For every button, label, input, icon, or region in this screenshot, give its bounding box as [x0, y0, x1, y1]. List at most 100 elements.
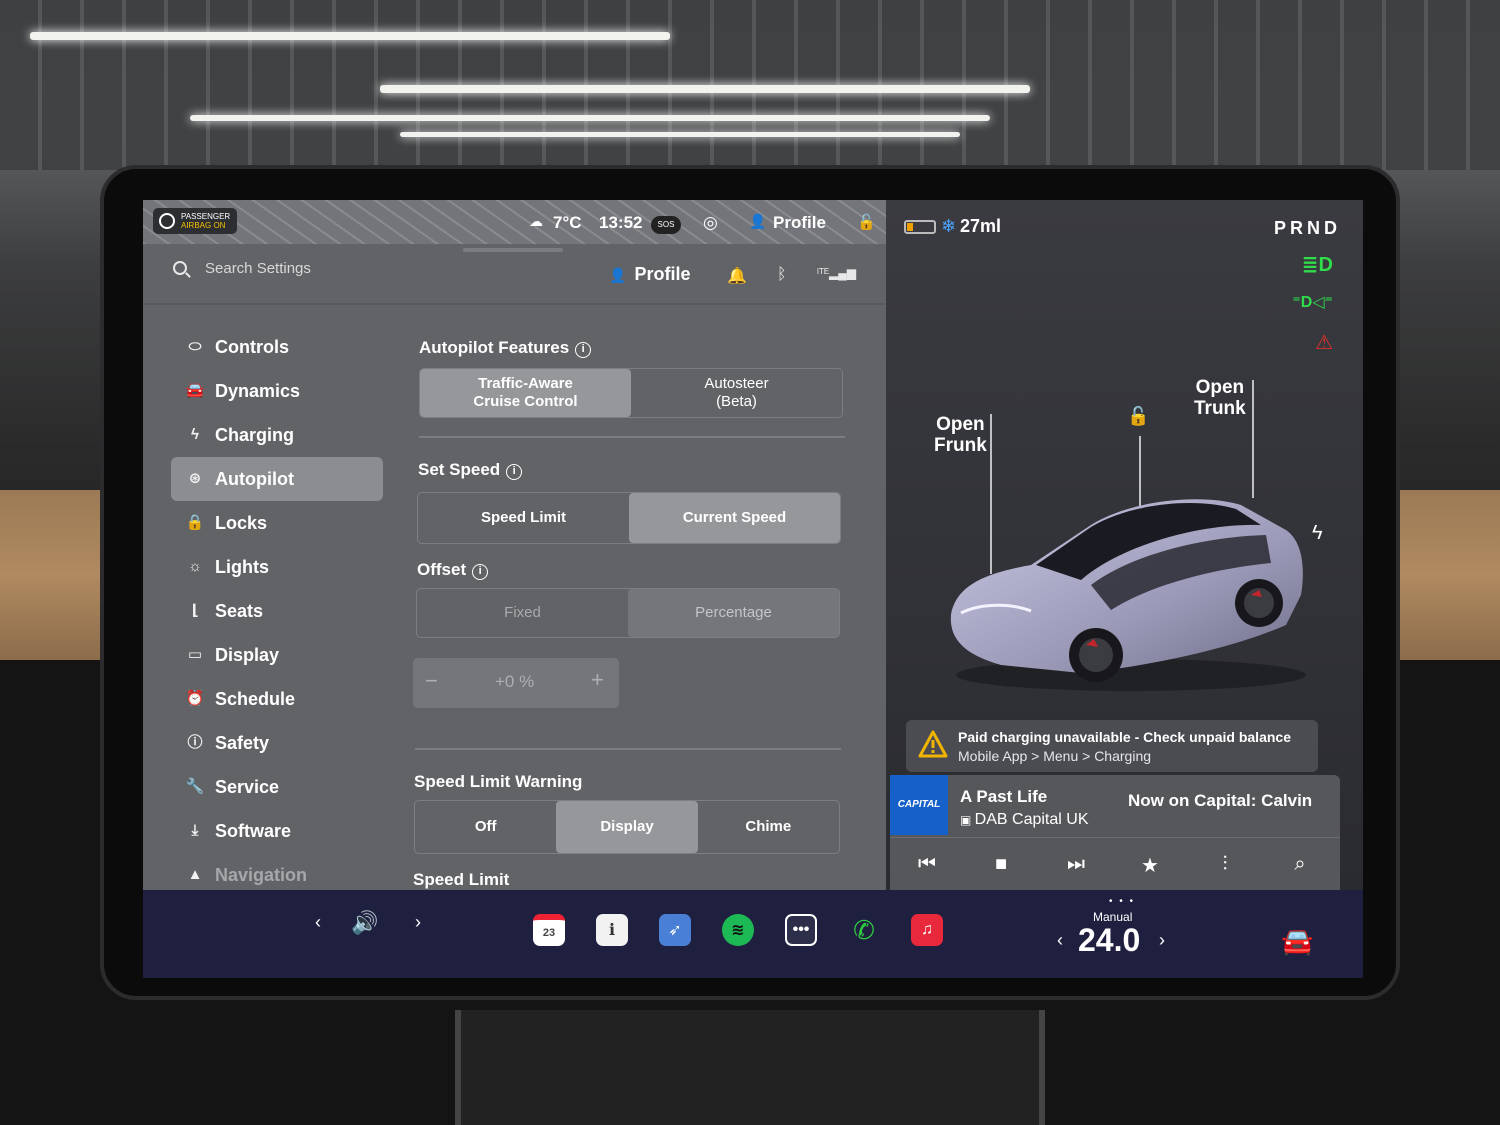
- spotify-app-icon[interactable]: ≋: [722, 914, 754, 946]
- display-icon: ▭: [187, 646, 203, 663]
- offset-title: Offset i: [417, 560, 489, 580]
- section-title-text: Offset: [417, 560, 467, 579]
- temperature-down-chevron-icon[interactable]: ‹: [1057, 930, 1063, 951]
- speed-limit-warning-selector: Off Display Chime: [414, 800, 840, 854]
- option-chime[interactable]: Chime: [698, 801, 839, 853]
- alert-circle-icon: ⓘ: [187, 734, 203, 751]
- car-3d-model[interactable]: [941, 485, 1311, 695]
- option-traffic-aware-cruise-control[interactable]: Traffic-Aware Cruise Control: [420, 369, 631, 417]
- car-menu-icon[interactable]: 🚘: [1281, 926, 1313, 957]
- sidebar-item-controls[interactable]: ⬭ Controls: [171, 325, 383, 369]
- sidebar-item-autopilot[interactable]: ⊛ Autopilot: [171, 457, 383, 501]
- steering-wheel-icon: ⊛: [188, 470, 202, 487]
- sidebar-item-label: Navigation: [215, 865, 308, 885]
- option-display[interactable]: Display: [556, 801, 698, 853]
- media-search-icon[interactable]: ⌕: [1285, 853, 1315, 876]
- unlock-icon[interactable]: 🔓: [857, 213, 876, 231]
- snowflake-icon: ❄: [941, 216, 957, 236]
- section-title-text: Set Speed: [418, 460, 501, 479]
- previous-track-icon[interactable]: ⏮: [912, 853, 942, 876]
- wrench-icon: 🔧: [185, 778, 205, 795]
- battery-icon: [904, 220, 936, 234]
- target-icon: ◎: [703, 213, 718, 232]
- page-dots: • • •: [1109, 896, 1136, 907]
- search-settings[interactable]: Search Settings: [173, 260, 311, 277]
- sidebar-item-label: Service: [215, 777, 280, 797]
- sidebar-item-display[interactable]: ▭ Display: [171, 633, 383, 677]
- equalizer-icon[interactable]: ⫶: [1210, 853, 1240, 876]
- sidebar-item-label: Display: [215, 645, 280, 665]
- lock-icon: 🔒: [185, 514, 205, 531]
- search-placeholder: Search Settings: [205, 260, 311, 277]
- temperature-setting[interactable]: 24.0: [1078, 922, 1140, 959]
- ceiling-lamp: [190, 115, 990, 121]
- autopilot-features-title: Autopilot Features i: [419, 338, 592, 358]
- offset-selector: Fixed Percentage: [416, 588, 840, 638]
- sidebar-item-safety[interactable]: ⓘ Safety: [171, 721, 383, 765]
- option-fixed[interactable]: Fixed: [417, 589, 628, 637]
- speed-limit-warning-title: Speed Limit Warning: [414, 772, 583, 791]
- temperature-up-chevron-icon[interactable]: ›: [1159, 930, 1165, 951]
- top-profile-label[interactable]: Profile: [773, 213, 826, 233]
- drag-handle[interactable]: [463, 248, 563, 252]
- station-name: ▣ DAB Capital UK: [960, 811, 1089, 829]
- section-divider: [415, 748, 841, 750]
- info-icon[interactable]: i: [472, 564, 489, 580]
- song-title: A Past Life: [960, 787, 1048, 806]
- sos-badge[interactable]: SOS: [651, 216, 681, 234]
- sidebar-item-label: Autopilot: [215, 469, 294, 489]
- phone-app-icon[interactable]: ✆: [848, 914, 880, 946]
- headlight-icon: ≣D: [1301, 254, 1333, 276]
- volume-down-chevron-icon[interactable]: ‹: [315, 912, 321, 933]
- next-track-icon[interactable]: ⏭: [1061, 853, 1091, 876]
- airbag-status: AIRBAG ON: [181, 221, 226, 230]
- set-speed-selector: Speed Limit Current Speed: [417, 492, 841, 544]
- unlock-icon[interactable]: 🔓: [1127, 406, 1149, 427]
- more-apps-icon[interactable]: •••: [785, 914, 817, 946]
- lte-signal-icon: ˡᵀᴱ▂▄▆: [817, 266, 856, 280]
- header-profile-button[interactable]: 👤 Profile: [609, 264, 690, 285]
- open-frunk-button[interactable]: Open Frunk: [934, 414, 987, 456]
- info-icon[interactable]: i: [506, 464, 523, 480]
- sidebar-item-seats[interactable]: ⌊ Seats: [171, 589, 383, 633]
- bell-icon[interactable]: 🔔: [727, 266, 747, 286]
- volume-up-chevron-icon[interactable]: ›: [415, 912, 421, 933]
- plus-button[interactable]: +: [591, 667, 604, 693]
- minus-button[interactable]: −: [425, 668, 438, 694]
- clock: 13:52: [599, 213, 643, 232]
- sidebar-item-service[interactable]: 🔧 Service: [171, 765, 383, 809]
- option-current-speed[interactable]: Current Speed: [629, 493, 840, 543]
- volume-icon[interactable]: 🔊: [351, 910, 378, 936]
- navigation-app-icon[interactable]: ➶: [659, 914, 691, 946]
- open-trunk-button[interactable]: Open Trunk: [1194, 377, 1246, 419]
- sidebar-item-label: Schedule: [215, 689, 296, 709]
- header-divider: [143, 303, 886, 305]
- sidebar-item-lights[interactable]: ☼ Lights: [171, 545, 383, 589]
- airbag-label: PASSENGER: [181, 212, 231, 221]
- stop-icon[interactable]: ■: [986, 853, 1016, 876]
- option-speed-limit[interactable]: Speed Limit: [418, 493, 629, 543]
- sidebar-item-software[interactable]: ⤓ Software: [171, 809, 383, 853]
- favorite-star-icon[interactable]: ★: [1135, 853, 1165, 878]
- sidebar-item-charging[interactable]: ϟ Charging: [171, 413, 383, 457]
- station-logo: CAPITAL: [890, 775, 948, 835]
- sidebar-item-locks[interactable]: 🔒 Locks: [171, 501, 383, 545]
- info-icon[interactable]: i: [575, 342, 592, 358]
- sidebar-item-dynamics[interactable]: 🚘 Dynamics: [171, 369, 383, 413]
- temperature-readout: 7°C: [553, 213, 582, 232]
- option-autosteer[interactable]: Autosteer (Beta): [631, 369, 842, 417]
- warning-icon: [918, 730, 948, 758]
- calendar-app-icon[interactable]: 23: [533, 914, 565, 946]
- charge-port-bolt-icon[interactable]: ϟ: [1312, 522, 1323, 545]
- manual-app-icon[interactable]: ℹ: [596, 914, 628, 946]
- download-icon: ⤓: [191, 822, 199, 839]
- option-percentage[interactable]: Percentage: [628, 589, 839, 637]
- bluetooth-icon[interactable]: ᛒ: [777, 266, 787, 284]
- option-off[interactable]: Off: [415, 801, 556, 853]
- sidebar-item-schedule[interactable]: ⏰ Schedule: [171, 677, 383, 721]
- seat-icon: ⌊: [191, 602, 199, 619]
- charging-alert[interactable]: Paid charging unavailable - Check unpaid…: [906, 720, 1318, 772]
- music-app-icon[interactable]: ♫: [911, 914, 943, 946]
- media-divider: [890, 837, 1340, 838]
- calendar-day: 23: [542, 927, 556, 939]
